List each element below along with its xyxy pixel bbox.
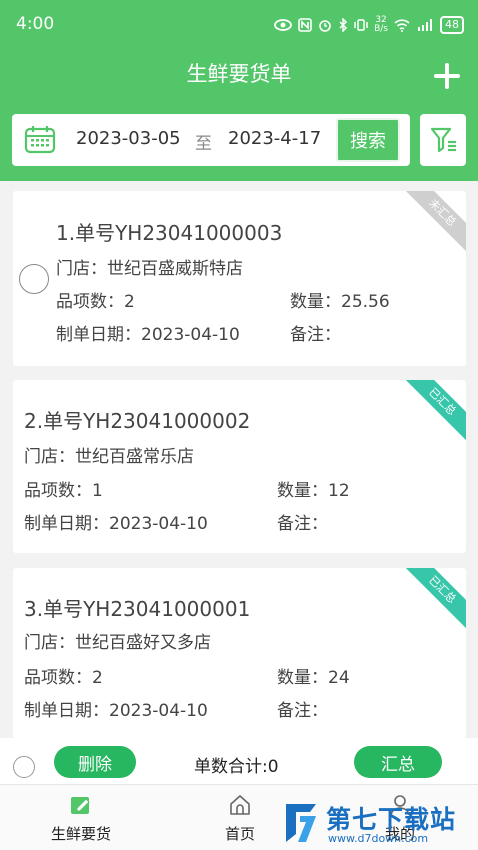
status-time: 4:00: [16, 14, 55, 34]
order-card[interactable]: 已汇总 3.单号YH23041000001 门店：世纪百盛好又多店 品项数：2 …: [13, 568, 466, 738]
alarm-icon: [319, 20, 331, 32]
order-quantity: 数量：12: [277, 481, 350, 501]
network-speed: 32 B/s: [374, 15, 388, 34]
home-icon: [230, 795, 250, 815]
date-search-bar: 2023-03-05 至 2023-4-17 搜索: [12, 114, 410, 166]
summary-button[interactable]: 汇总: [354, 746, 442, 778]
order-card[interactable]: 已汇总 2.单号YH23041000002 门店：世纪百盛常乐店 品项数：1 数…: [13, 380, 466, 553]
order-date: 制单日期：2023-04-10: [24, 514, 208, 534]
order-remark: 备注：: [277, 514, 328, 534]
order-select-radio[interactable]: [19, 264, 49, 294]
status-bar: 4:00 32 B/s 48: [0, 0, 478, 50]
order-remark: 备注：: [277, 701, 328, 721]
page-title: 生鲜要货单: [186, 62, 292, 86]
order-number: 2.单号YH23041000002: [24, 409, 251, 433]
calendar-icon[interactable]: [24, 124, 56, 154]
order-number: 3.单号YH23041000001: [24, 597, 251, 621]
vibrate-icon: [354, 19, 368, 31]
eye-icon: [274, 19, 292, 31]
status-icons: 32 B/s 48: [274, 14, 464, 36]
filter-icon: [430, 127, 456, 153]
nfc-icon: [298, 18, 312, 32]
site-watermark: 第七下载站 www.d7down.com: [282, 796, 478, 850]
order-date: 制单日期：2023-04-10: [56, 325, 240, 345]
end-date-field[interactable]: 2023-4-17: [228, 128, 321, 149]
battery-icon: 48: [440, 16, 464, 34]
tab-label: 生鲜要货: [50, 825, 111, 843]
delete-button[interactable]: 删除: [54, 746, 136, 778]
wifi-icon: [394, 18, 410, 32]
tab-fresh-order[interactable]: 生鲜要货: [21, 785, 141, 850]
select-all-radio[interactable]: [13, 756, 35, 778]
order-items: 品项数：1: [24, 481, 103, 501]
order-store: 门店：世纪百盛威斯特店: [56, 259, 243, 279]
order-quantity: 数量：25.56: [290, 292, 390, 312]
order-card[interactable]: 未汇总 1.单号YH23041000003 门店：世纪百盛威斯特店 品项数：2 …: [13, 191, 466, 366]
status-ribbon: 已汇总: [399, 380, 466, 445]
order-remark: 备注：: [290, 325, 341, 345]
order-items: 品项数：2: [56, 292, 135, 312]
order-items: 品项数：2: [24, 668, 103, 688]
status-ribbon: 已汇总: [399, 568, 466, 633]
order-date: 制单日期：2023-04-10: [24, 701, 208, 721]
bluetooth-icon: [339, 18, 348, 32]
start-date-field[interactable]: 2023-03-05: [76, 128, 181, 149]
order-number: 1.单号YH23041000003: [56, 221, 283, 245]
search-button[interactable]: 搜索: [336, 118, 400, 162]
fresh-order-icon: [71, 797, 90, 814]
order-store: 门店：世纪百盛常乐店: [24, 447, 194, 467]
watermark-url: www.d7down.com: [328, 832, 429, 845]
order-store: 门店：世纪百盛好又多店: [24, 633, 211, 653]
watermark-text: 第七下载站: [326, 805, 457, 834]
order-quantity: 数量：24: [277, 668, 350, 688]
bottom-action-bar: 删除 单数合计:0 汇总: [0, 738, 478, 784]
signal-icon: [418, 19, 432, 31]
add-order-button[interactable]: [432, 61, 462, 91]
order-count-total: 单数合计:0: [194, 757, 279, 777]
filter-button[interactable]: [420, 114, 466, 166]
status-ribbon: 未汇总: [399, 191, 466, 256]
watermark-logo-icon: [286, 804, 316, 842]
date-separator: 至: [195, 134, 212, 154]
